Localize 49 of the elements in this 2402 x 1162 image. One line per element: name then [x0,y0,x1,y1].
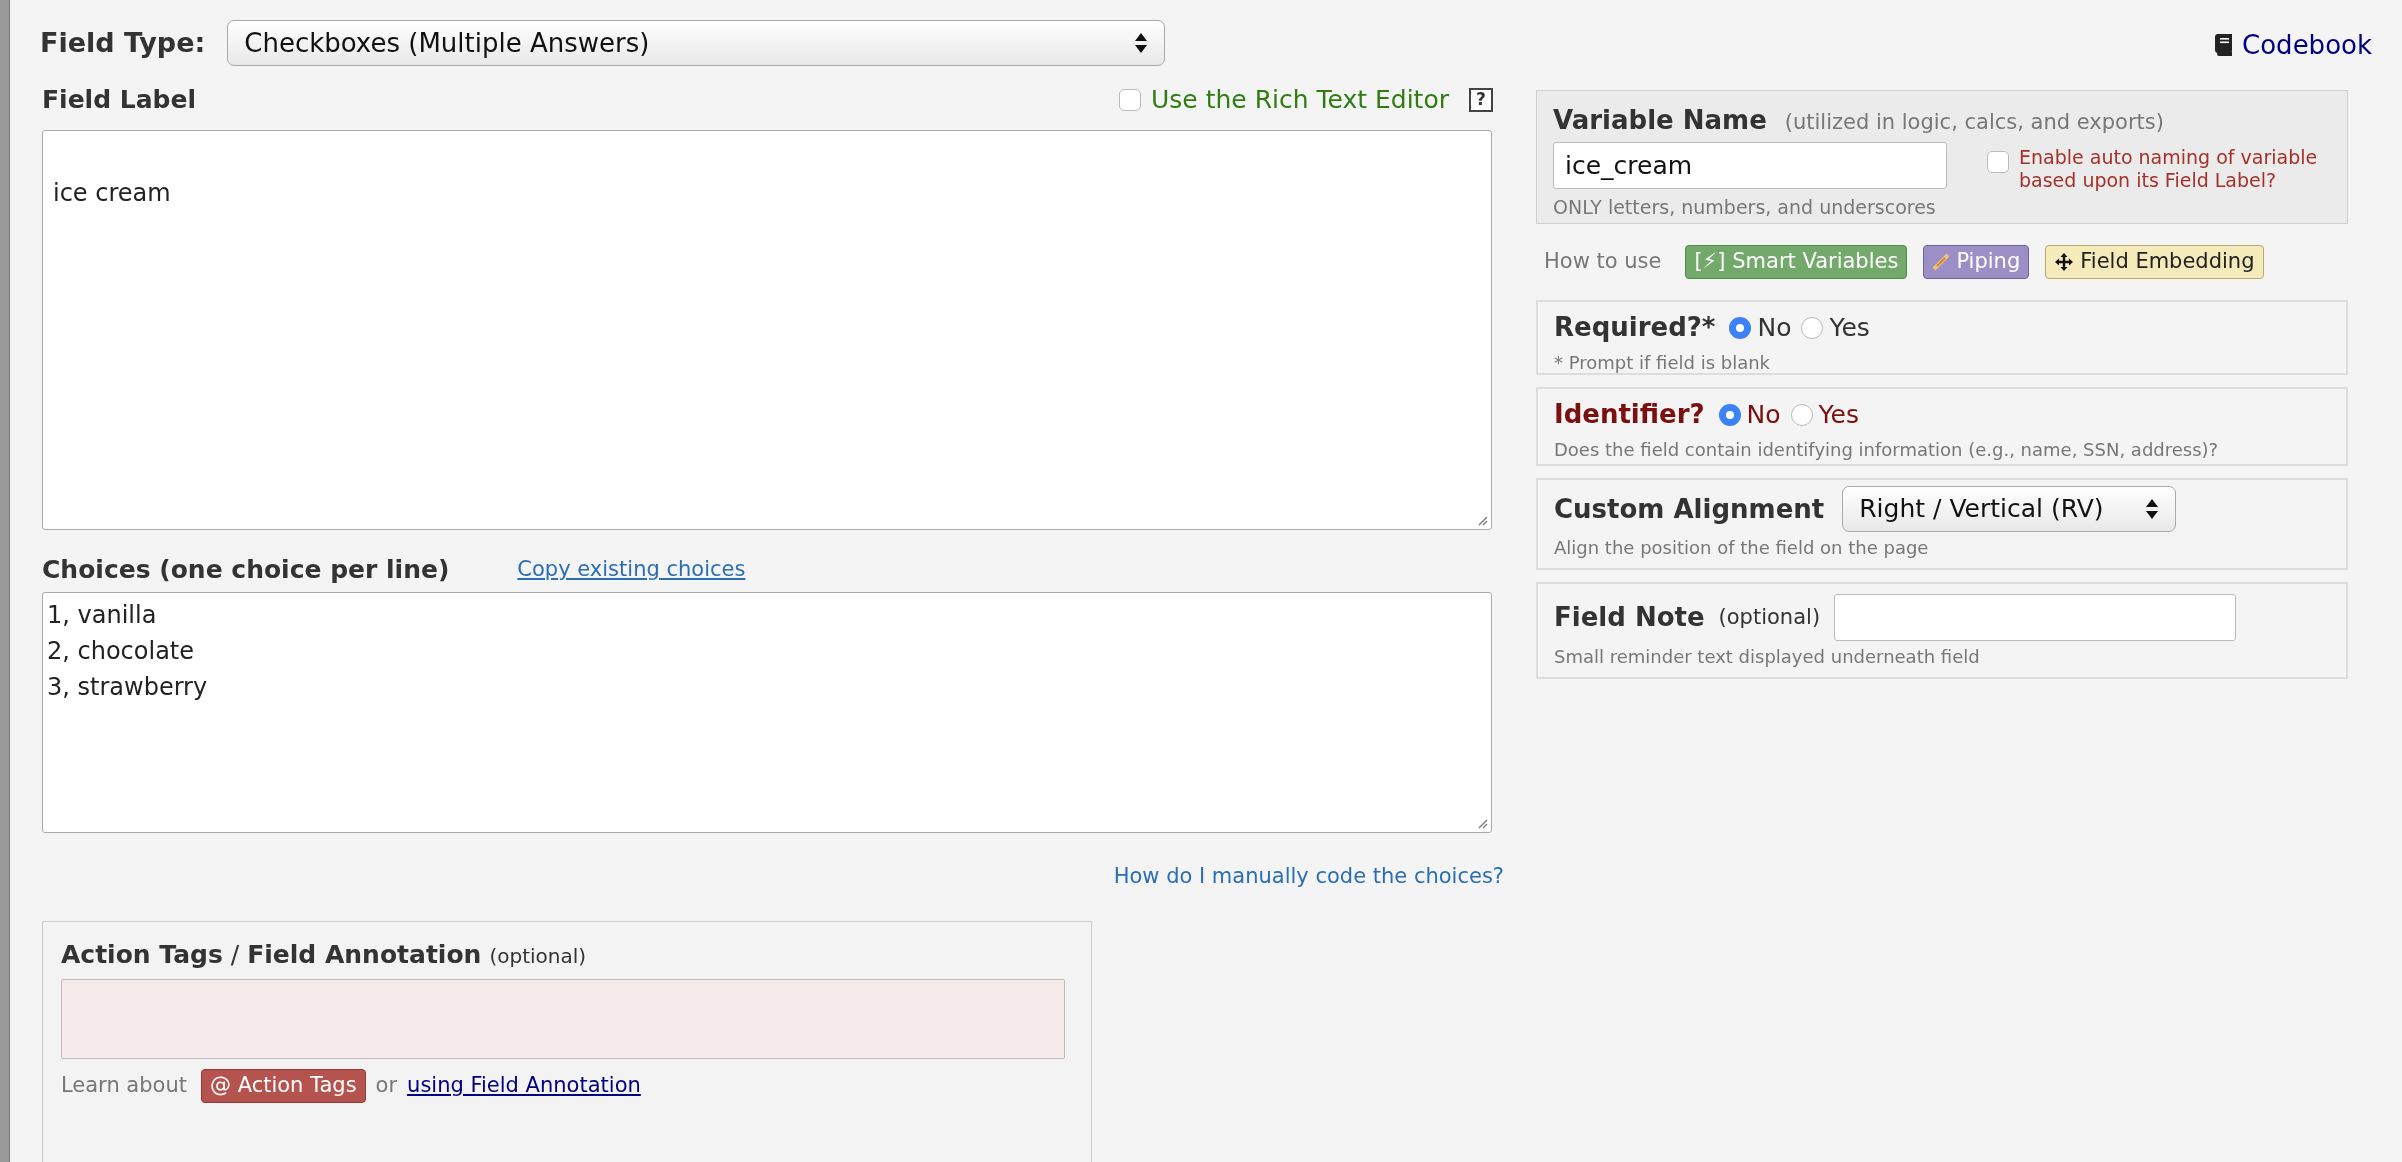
radio-option[interactable]: Yes [1790,395,1859,434]
select-arrows-icon [2145,498,2160,520]
field-label-heading: Field Label [42,84,196,117]
auto-naming-checkbox[interactable] [1987,151,2009,173]
optional-label: (optional) [489,942,587,970]
field-note-hint: Small reminder text displayed underneath field [1554,645,1981,669]
identifier-hint: Does the field contain identifying information (e.g., name, SSN, address)? [1554,438,2220,462]
action-tags-field[interactable] [61,979,1065,1059]
field-label-textarea[interactable]: ice cream [42,130,1492,530]
select-arrows-icon [1134,32,1149,54]
or-text: or [375,1072,398,1100]
rich-text-editor-checkbox[interactable] [1119,89,1141,111]
choices-heading: Choices (one choice per line) [42,554,450,587]
required-hint: * Prompt if field is blank [1554,351,1772,375]
identifier-label: Identifier? [1554,398,1705,431]
field-embedding-button[interactable]: Field Embedding [2045,245,2264,279]
variable-name-heading: Variable Name [1553,104,1767,137]
custom-alignment-select[interactable]: Right / Vertical (RV) [1842,486,2177,532]
field-note-label: Field Note [1554,601,1705,634]
variable-name-input[interactable]: ice_cream [1553,142,1947,189]
custom-alignment-hint: Align the position of the field on the page [1554,536,1930,560]
variable-name-note: (utilized in logic, calcs, and exports) [1784,109,2164,136]
action-tags-heading: Action Tags / Field Annotation [61,938,482,971]
resize-grip-icon[interactable] [1476,817,1488,829]
field-annotation-link[interactable]: using Field Annotation [407,1070,641,1102]
manual-coding-help-link[interactable]: How do I manually code the choices? [1113,861,1504,893]
required-label: Required?* [1554,311,1716,344]
resize-grip-icon[interactable] [1476,514,1488,526]
help-button[interactable]: ? [1469,88,1493,112]
rich-text-editor-label[interactable]: Use the Rich Text Editor [1151,81,1449,119]
radio-option[interactable]: No [1718,395,1781,434]
variable-name-hint: ONLY letters, numbers, and underscores [1553,195,1937,220]
radio-option[interactable]: No [1729,308,1792,347]
optional-label: (optional) [1718,603,1821,631]
custom-alignment-label: Custom Alignment [1554,492,1825,526]
field-note-input[interactable] [1834,594,2237,641]
book-icon [2214,33,2235,57]
auto-naming-label[interactable]: Enable auto naming of variable based upon its Field Label? [2019,146,2319,192]
action-tags-button[interactable]: @ Action Tags [200,1069,366,1103]
learn-about-text: Learn about [61,1072,187,1100]
codebook-link[interactable]: Codebook [2214,25,2372,65]
how-to-use-label: How to use [1544,248,1662,276]
field-type-select[interactable]: Checkboxes (Multiple Answers) [227,20,1166,66]
field-type-label: Field Type: [40,25,206,60]
choices-textarea[interactable]: 1, vanilla 2, chocolate 3, strawberry [42,592,1492,833]
pipe-icon [1932,253,1951,271]
move-arrows-icon [2054,252,2075,272]
copy-choices-link[interactable]: Copy existing choices [517,554,746,586]
radio-option[interactable]: Yes [1801,308,1870,347]
